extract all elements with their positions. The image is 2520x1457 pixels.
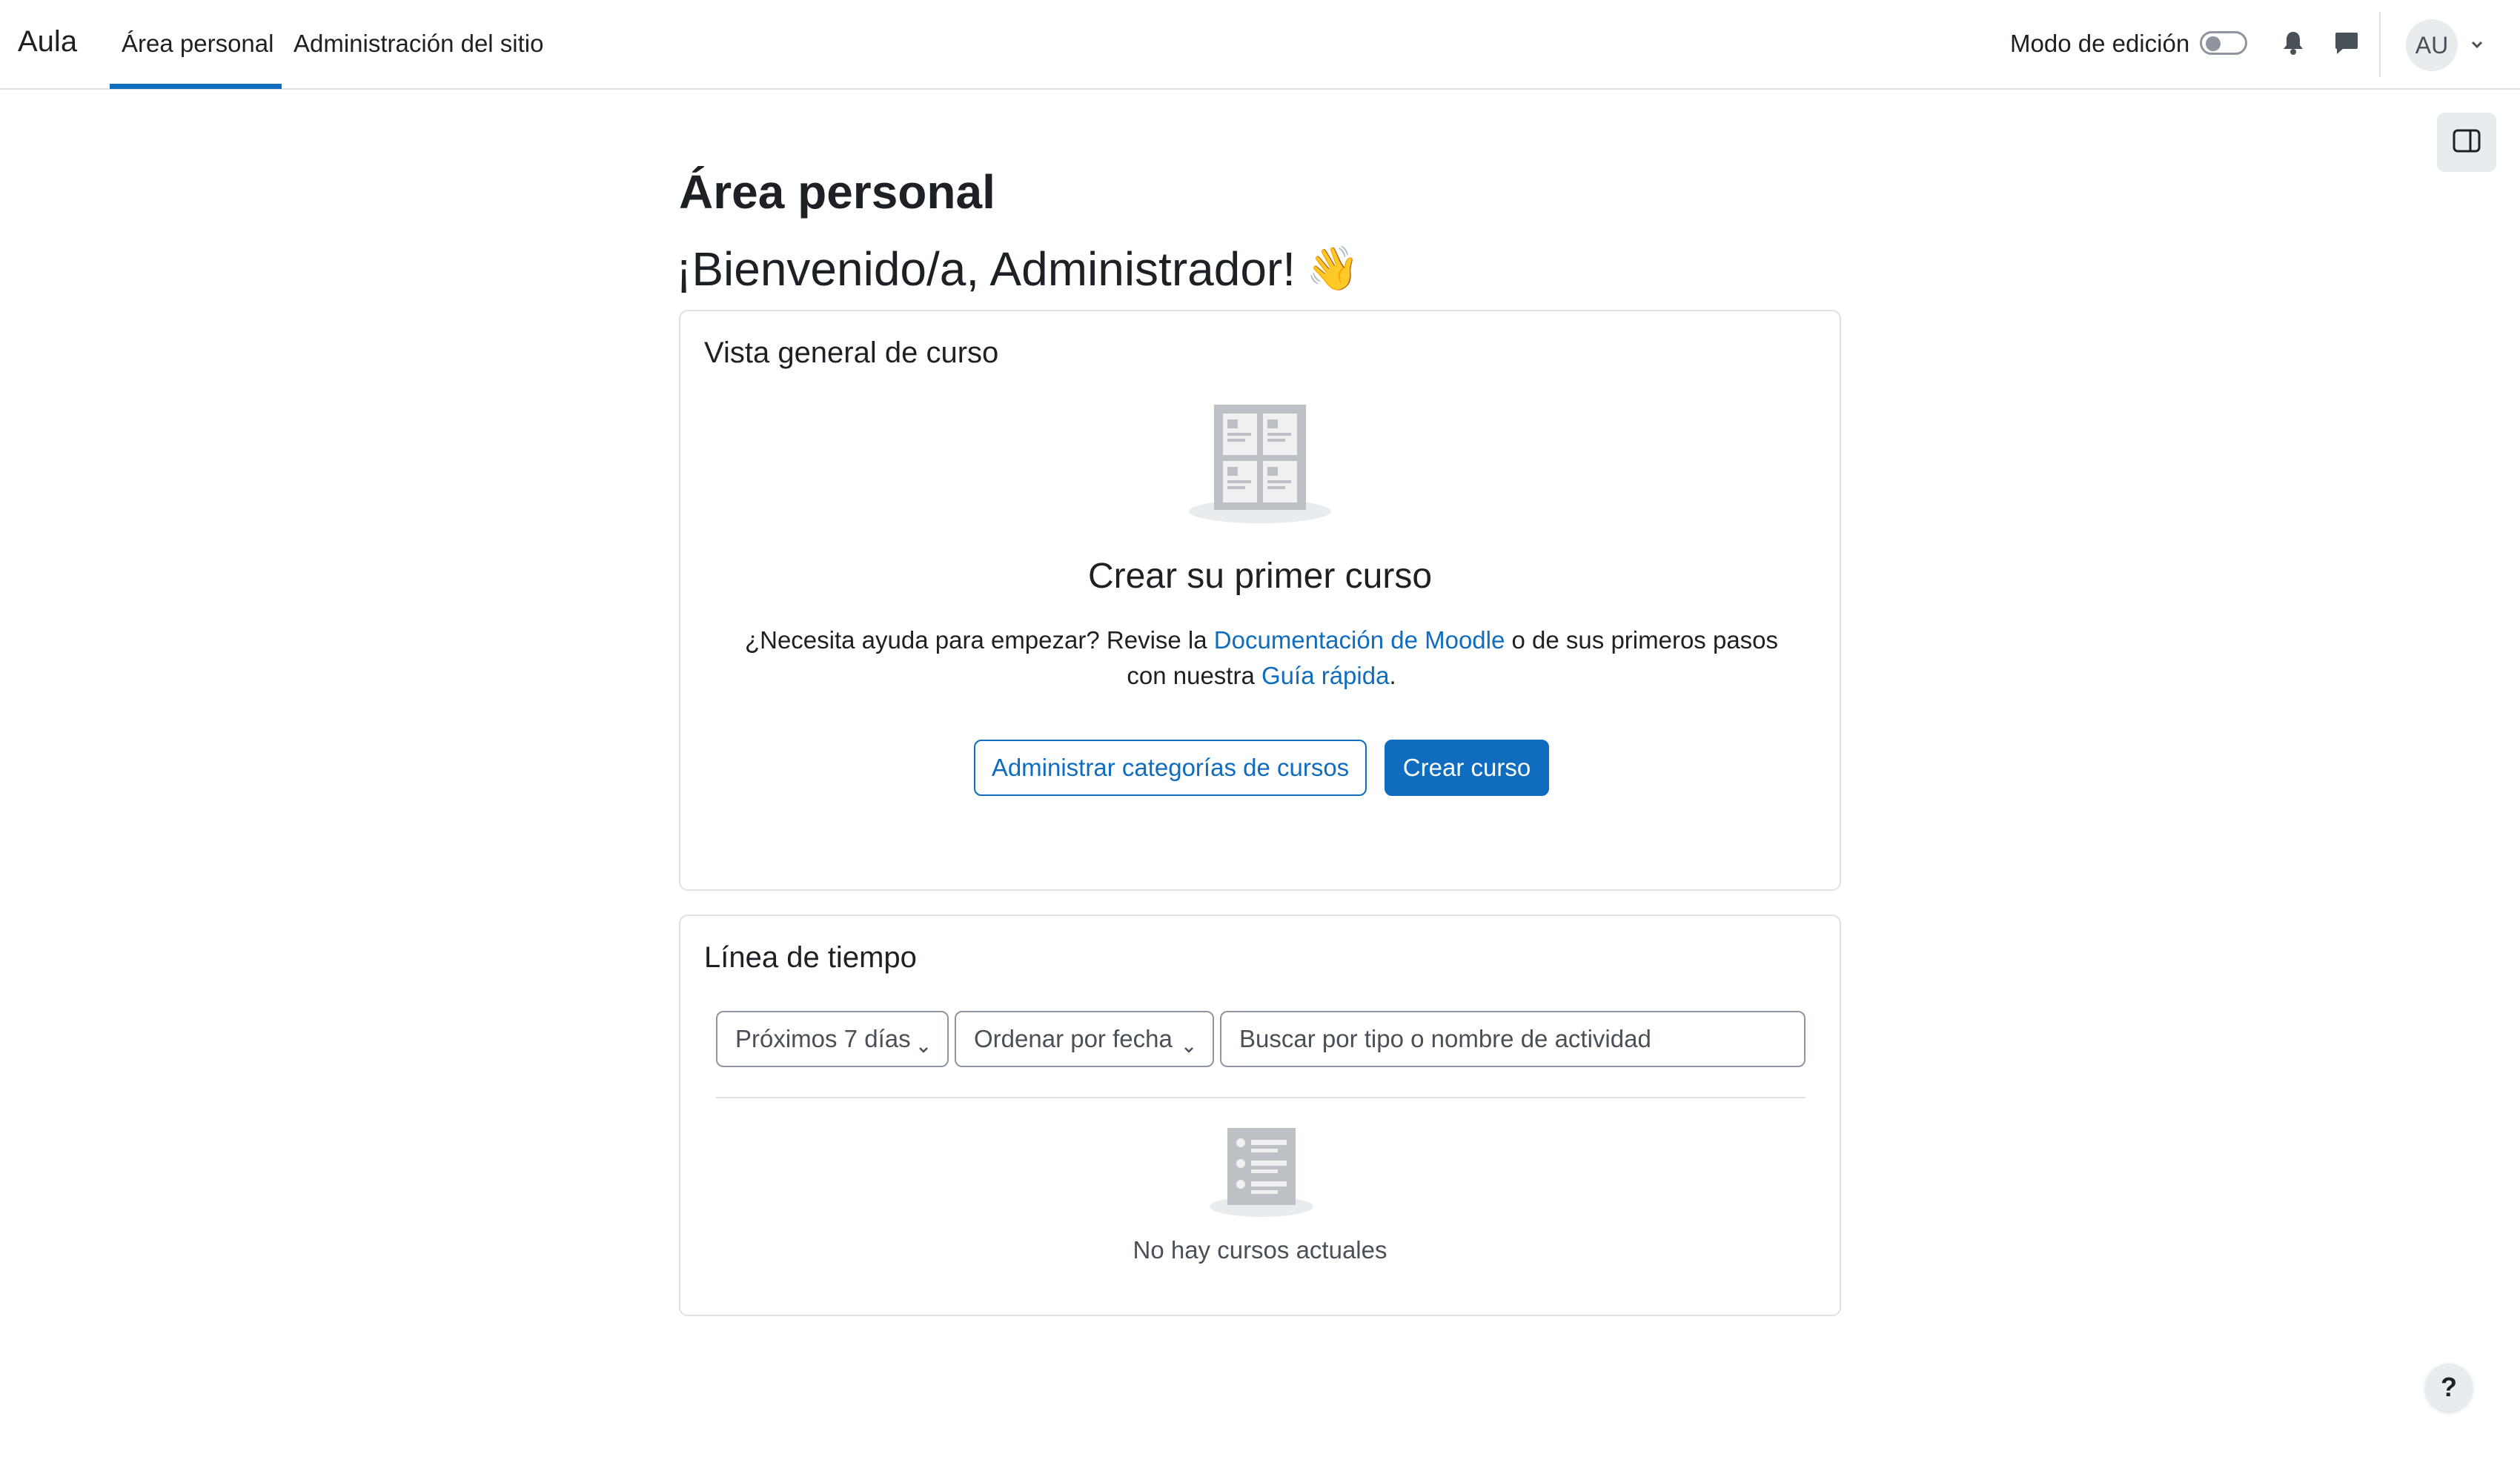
edit-mode-toggle[interactable] bbox=[2200, 31, 2247, 55]
help-text-part: . bbox=[1389, 662, 1396, 689]
toggle-knob bbox=[2206, 36, 2221, 51]
welcome-text: ¡Bienvenido/a, Administrador! bbox=[676, 242, 1296, 296]
timeline-block: Línea de tiempo Próximos 7 días Ordenar … bbox=[679, 915, 1841, 1316]
quick-guide-link[interactable]: Guía rápida bbox=[1261, 662, 1389, 689]
active-nav-indicator bbox=[110, 84, 282, 89]
moodle-docs-link[interactable]: Documentación de Moodle bbox=[1214, 626, 1505, 654]
create-first-course-heading: Crear su primer curso bbox=[1087, 557, 1433, 596]
create-course-button[interactable]: Crear curso bbox=[1385, 740, 1549, 796]
course-overview-block: Vista general de curso Crear su primer c… bbox=[679, 310, 1841, 891]
open-block-drawer-button[interactable] bbox=[2437, 113, 2496, 172]
activity-list-icon bbox=[1210, 1125, 1313, 1221]
notifications-bell-icon[interactable] bbox=[2278, 28, 2308, 58]
timeline-title: Línea de tiempo bbox=[704, 941, 917, 974]
timeline-divider bbox=[716, 1097, 1806, 1098]
site-brand[interactable]: Aula bbox=[18, 25, 77, 59]
sort-select-value: Ordenar por fecha bbox=[974, 1025, 1173, 1052]
timeline-search-input[interactable] bbox=[1220, 1011, 1806, 1067]
chevron-down-icon bbox=[1181, 1035, 1196, 1053]
nav-item-site-administration[interactable]: Administración del sitio bbox=[294, 30, 543, 58]
chevron-down-icon[interactable] bbox=[2467, 34, 2487, 55]
sidebar-panel-icon bbox=[2452, 128, 2481, 157]
chevron-down-icon bbox=[916, 1035, 931, 1053]
messages-chat-icon[interactable] bbox=[2332, 28, 2361, 58]
navbar-divider bbox=[2379, 12, 2381, 77]
help-button[interactable]: ? bbox=[2425, 1364, 2473, 1411]
courses-grid-icon bbox=[1187, 400, 1333, 527]
manage-course-categories-button[interactable]: Administrar categorías de cursos bbox=[974, 740, 1367, 796]
top-navbar: Aula Área personal Administración del si… bbox=[0, 0, 2520, 90]
nav-item-area-personal[interactable]: Área personal bbox=[122, 30, 273, 58]
no-current-courses-text: No hay cursos actuales bbox=[1133, 1236, 1387, 1264]
day-filter-value: Próximos 7 días bbox=[735, 1025, 911, 1052]
waving-hand-icon: 👋 bbox=[1306, 245, 1360, 293]
welcome-message: ¡Bienvenido/a, Administrador! 👋 bbox=[676, 242, 1359, 296]
help-text-part: ¿Necesita ayuda para empezar? Revise la bbox=[744, 626, 1214, 654]
user-avatar[interactable]: AU bbox=[2406, 19, 2458, 71]
course-overview-title: Vista general de curso bbox=[704, 336, 999, 369]
timeline-day-filter[interactable]: Próximos 7 días bbox=[716, 1011, 949, 1067]
help-text: ¿Necesita ayuda para empezar? Revise la … bbox=[725, 623, 1798, 694]
edit-mode-label: Modo de edición bbox=[2010, 30, 2190, 57]
timeline-sort-select[interactable]: Ordenar por fecha bbox=[955, 1011, 1214, 1067]
page-title: Área personal bbox=[679, 165, 995, 219]
